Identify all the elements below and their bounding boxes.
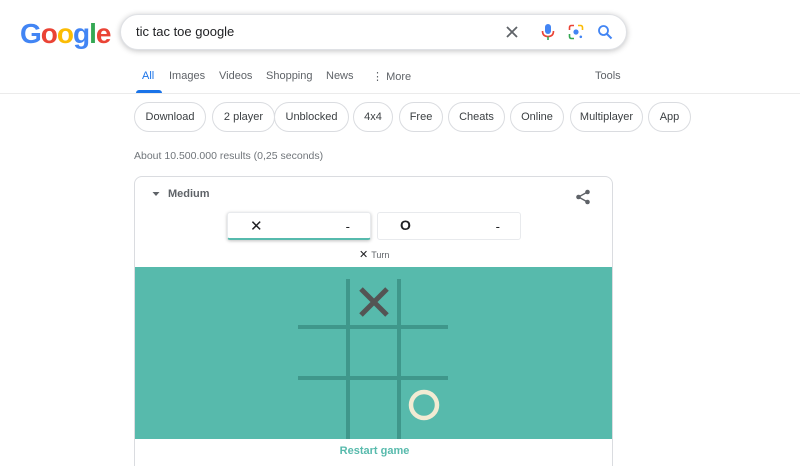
more-vert-icon: ⋮ <box>372 71 387 83</box>
caret-down-icon <box>152 192 160 196</box>
restart-game-button[interactable]: Restart game <box>135 445 612 457</box>
logo-letter: o <box>56 18 74 49</box>
tab-news[interactable]: News <box>326 70 354 82</box>
lens-icon[interactable] <box>565 21 587 43</box>
divider <box>0 93 800 94</box>
chip-free[interactable]: Free <box>399 102 443 132</box>
chip-multiplayer[interactable]: Multiplayer <box>570 102 643 132</box>
player-o-score: O - <box>377 212 521 240</box>
search-box[interactable]: tic tac toe google <box>120 14 627 50</box>
logo-letter: g <box>73 18 90 49</box>
chip-2-player[interactable]: 2 player <box>212 102 275 132</box>
logo-letter: G <box>20 18 42 49</box>
player-x-score-value: - <box>345 219 350 234</box>
player-o-score-value: - <box>495 219 500 234</box>
board-cell[interactable] <box>401 279 448 327</box>
tools-button[interactable]: Tools <box>595 70 621 82</box>
chip-app[interactable]: App <box>648 102 691 132</box>
results-stats: About 10.500.000 results (0,25 seconds) <box>134 150 324 162</box>
share-icon[interactable] <box>575 189 591 210</box>
tab-more[interactable]: ⋮ More <box>372 70 411 83</box>
microphone-icon[interactable] <box>537 21 559 43</box>
clear-icon[interactable] <box>501 21 523 43</box>
chip-unblocked[interactable]: Unblocked <box>274 102 349 132</box>
logo-letter: o <box>40 18 58 49</box>
chip-download[interactable]: Download <box>134 102 206 132</box>
player-x-score: ✕ - <box>227 212 371 240</box>
board-cell[interactable] <box>350 279 399 327</box>
search-tabs: All Images Videos Shopping News ⋮ More T… <box>134 70 624 92</box>
board-grid <box>298 279 448 439</box>
turn-label: Turn <box>371 249 390 260</box>
board-cell[interactable] <box>401 380 448 439</box>
tab-shopping[interactable]: Shopping <box>266 70 313 82</box>
board-cell[interactable] <box>350 380 399 439</box>
o-mark-icon: O <box>400 217 411 233</box>
difficulty-label: Medium <box>168 188 210 200</box>
board-cell[interactable] <box>298 279 348 327</box>
logo-letter: l <box>89 18 97 49</box>
board-cell[interactable] <box>298 380 348 439</box>
tab-more-label: More <box>386 71 412 83</box>
board-cell[interactable] <box>401 329 448 378</box>
chip-4x4[interactable]: 4x4 <box>353 102 393 132</box>
search-input[interactable]: tic tac toe google <box>136 24 234 39</box>
tab-all[interactable]: All <box>142 70 154 82</box>
difficulty-dropdown[interactable]: Medium <box>152 188 210 200</box>
game-board <box>135 267 612 439</box>
x-mark-icon: ✕ <box>250 218 263 235</box>
tab-videos[interactable]: Videos <box>219 70 252 82</box>
turn-indicator: ✕ Turn <box>359 248 389 261</box>
tic-tac-toe-card: Medium ✕ - O - ✕ Turn Restart game <box>134 176 613 466</box>
turn-mark-icon: ✕ <box>359 249 369 261</box>
google-logo[interactable]: Google <box>20 18 112 50</box>
board-cell[interactable] <box>350 329 399 378</box>
tab-images[interactable]: Images <box>169 70 205 82</box>
logo-letter: e <box>95 18 112 49</box>
search-icon[interactable] <box>594 21 616 43</box>
chip-cheats[interactable]: Cheats <box>448 102 505 132</box>
board-cell[interactable] <box>298 329 348 378</box>
chip-online[interactable]: Online <box>510 102 564 132</box>
